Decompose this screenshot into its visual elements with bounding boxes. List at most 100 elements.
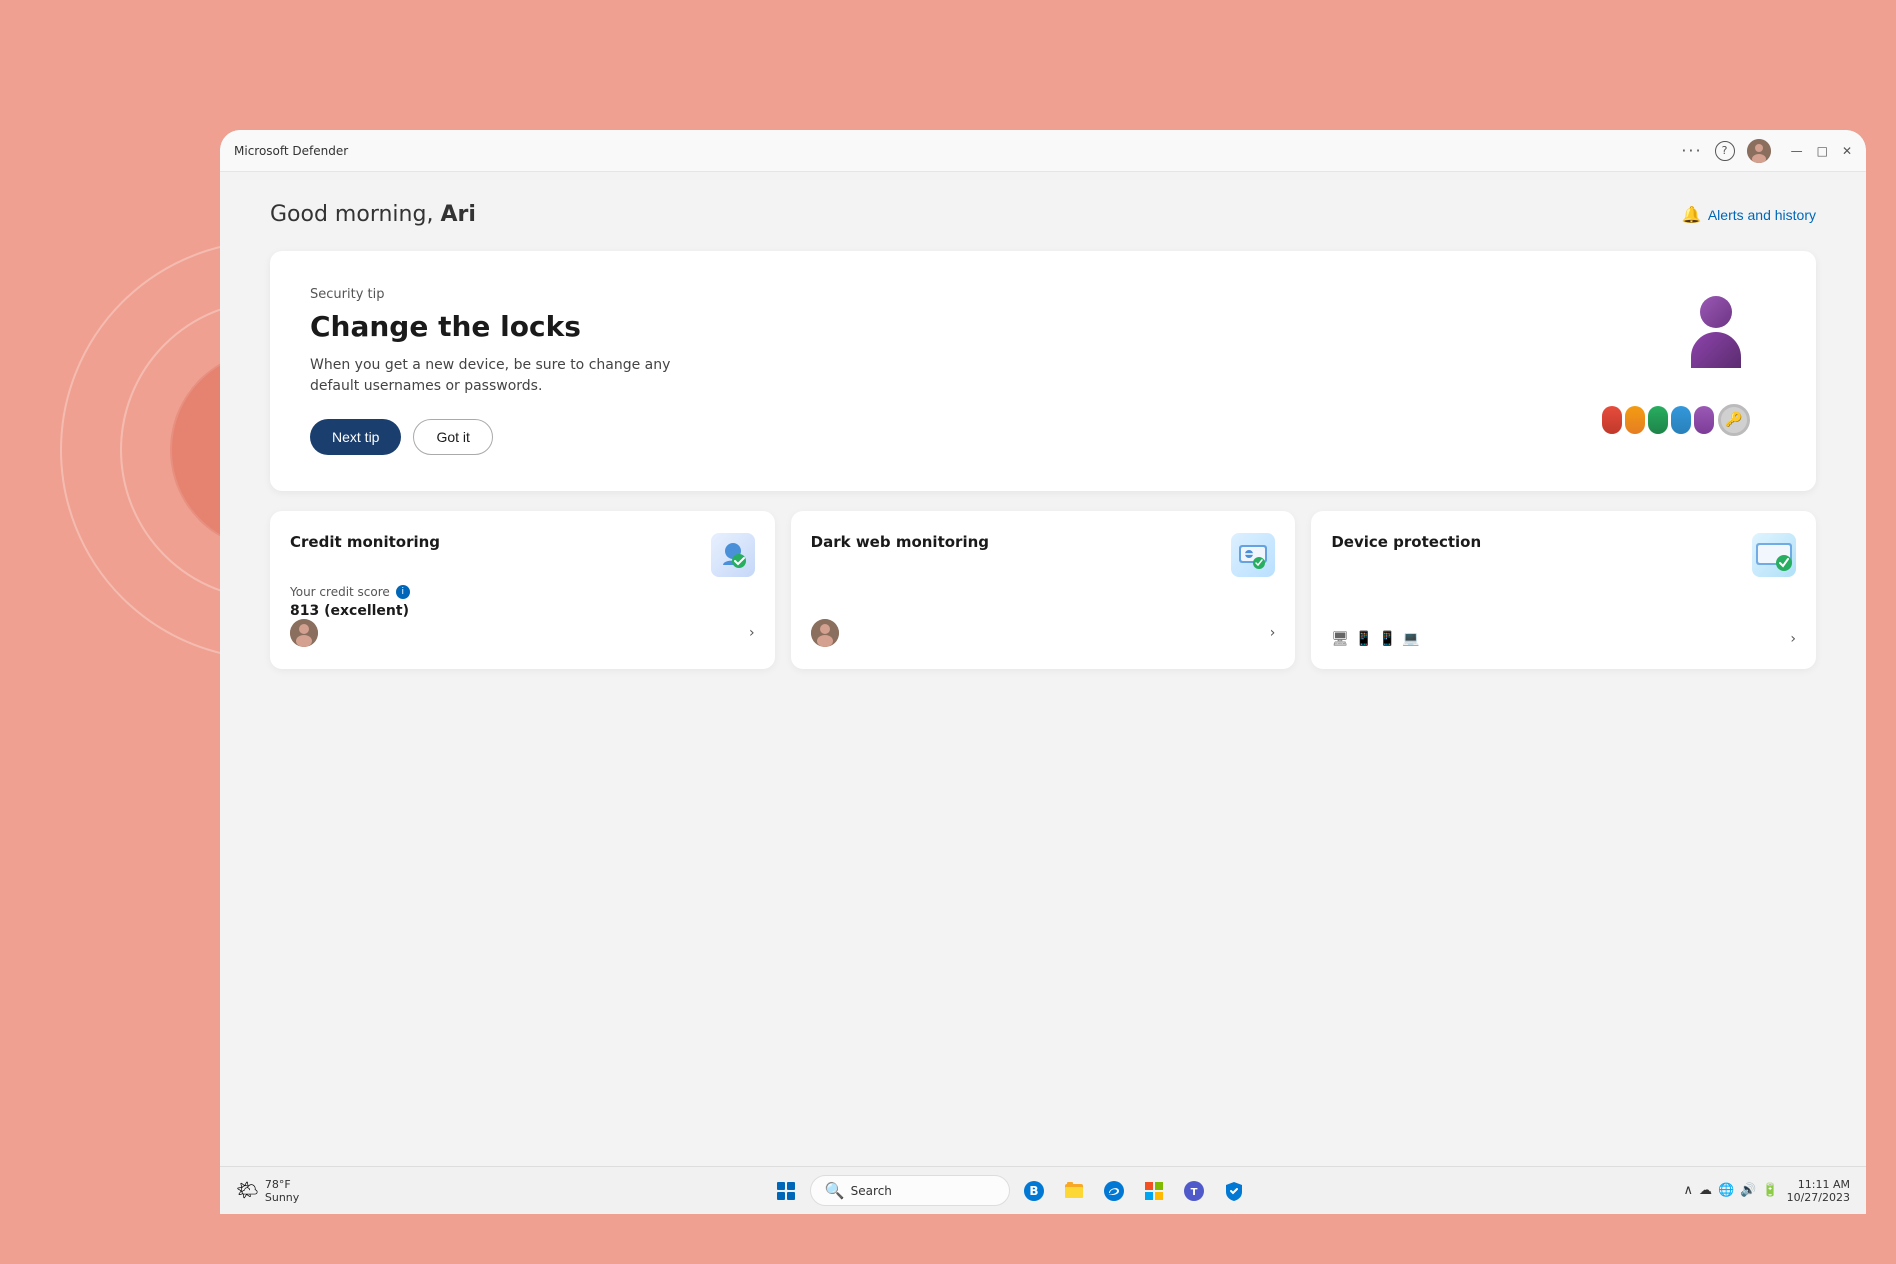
titlebar: Microsoft Defender ··· ? — □ ✕: [220, 130, 1866, 172]
weather-widget: 🌤 78°F Sunny: [236, 1178, 299, 1204]
weather-icon: 🌤: [236, 1180, 259, 1201]
device-prot-card-title: Device protection: [1331, 533, 1481, 551]
device-prot-icon-svg: [1754, 537, 1794, 573]
help-icon: ?: [1722, 144, 1728, 157]
device-prot-card-footer: 🖥 📱 📱 💻 ›: [1331, 631, 1796, 647]
dark-web-card-footer: ›: [811, 619, 1276, 647]
next-tip-button[interactable]: Next tip: [310, 419, 401, 455]
dark-web-card-title: Dark web monitoring: [811, 533, 989, 551]
teams-icon: T: [1183, 1180, 1205, 1202]
maximize-button[interactable]: □: [1817, 144, 1828, 158]
greeting-name: Ari: [440, 202, 475, 227]
dark-web-icon: [1231, 533, 1275, 577]
taskbar-app-explorer[interactable]: [1058, 1175, 1090, 1207]
defender-icon: [1223, 1180, 1245, 1202]
dark-web-chevron-icon: ›: [1270, 625, 1276, 641]
person-silhouette: [1686, 296, 1746, 366]
got-it-button[interactable]: Got it: [413, 419, 492, 455]
credit-score-label: Your credit score i: [290, 585, 755, 599]
device-icons-row: 🖥 📱 📱 💻: [1331, 631, 1419, 647]
chevron-up-icon[interactable]: ∧: [1684, 1183, 1694, 1198]
clock-date: 10/27/2023: [1787, 1191, 1850, 1204]
store-icon: [1143, 1180, 1165, 1202]
info-icon: i: [396, 585, 410, 599]
minimize-button[interactable]: —: [1791, 144, 1803, 158]
start-button[interactable]: [770, 1175, 802, 1207]
disc-green: [1648, 406, 1668, 434]
credit-score-value: 813 (excellent): [290, 603, 755, 619]
device-prot-card-header: Device protection: [1331, 533, 1796, 577]
credit-chevron-icon: ›: [749, 625, 755, 641]
network-icon[interactable]: 🌐: [1718, 1183, 1734, 1198]
tip-actions: Next tip Got it: [310, 419, 1536, 455]
taskbar-left: 🌤 78°F Sunny: [236, 1178, 336, 1204]
taskbar-app-teams[interactable]: T: [1178, 1175, 1210, 1207]
close-button[interactable]: ✕: [1842, 144, 1852, 158]
laptop-icon: 💻: [1402, 631, 1419, 647]
search-box[interactable]: 🔍 Search: [810, 1175, 1010, 1206]
credit-user-avatar: [290, 619, 318, 647]
windows-icon: [777, 1182, 795, 1200]
battery-icon[interactable]: 🔋: [1762, 1183, 1778, 1198]
person-body: [1691, 332, 1741, 368]
dark-web-card-header: Dark web monitoring: [811, 533, 1276, 577]
taskbar-right: ∧ ☁ 🌐 🔊 🔋 11:11 AM 10/27/2023: [1684, 1178, 1850, 1204]
weather-condition: Sunny: [265, 1191, 299, 1204]
lock-illustration: 🔑: [1586, 296, 1766, 446]
person-head: [1700, 296, 1732, 328]
clock-time: 11:11 AM: [1787, 1178, 1850, 1191]
device-screen: Microsoft Defender ··· ? — □ ✕: [220, 130, 1866, 1214]
window-controls: — □ ✕: [1791, 144, 1852, 158]
cloud-icon[interactable]: ☁: [1699, 1183, 1712, 1198]
taskbar-app-store[interactable]: [1138, 1175, 1170, 1207]
monitor-icon: 🖥: [1331, 631, 1349, 647]
taskbar-app-edge[interactable]: [1098, 1175, 1130, 1207]
app-title: Microsoft Defender: [234, 144, 1681, 158]
disc-orange: [1625, 406, 1645, 434]
header-row: Good morning, Ari 🔔 Alerts and history: [270, 202, 1816, 227]
taskbar: 🌤 78°F Sunny 🔍: [220, 1166, 1866, 1214]
more-options-button[interactable]: ···: [1681, 141, 1702, 160]
titlebar-controls: ··· ? — □ ✕: [1681, 139, 1852, 163]
alerts-label: Alerts and history: [1708, 207, 1816, 223]
taskbar-center: 🔍 Search B: [336, 1175, 1684, 1207]
bing-icon: B: [1023, 1180, 1045, 1202]
credit-card-header: Credit monitoring: [290, 533, 755, 577]
weather-text: 78°F Sunny: [265, 1178, 299, 1204]
greeting: Good morning, Ari: [270, 202, 476, 227]
credit-card-title: Credit monitoring: [290, 533, 440, 551]
device-prot-chevron-icon: ›: [1790, 631, 1796, 647]
cards-row: Credit monitoring Your credit score: [270, 511, 1816, 669]
tip-title: Change the locks: [310, 310, 1536, 343]
device-protection-card[interactable]: Device protection: [1311, 511, 1816, 669]
device-prot-spacer: [1331, 585, 1796, 631]
volume-icon[interactable]: 🔊: [1740, 1183, 1756, 1198]
edge-icon: [1103, 1180, 1125, 1202]
user-avatar[interactable]: [1747, 139, 1771, 163]
weather-temp: 78°F: [265, 1178, 299, 1191]
svg-text:T: T: [1190, 1187, 1197, 1198]
credit-monitoring-card[interactable]: Credit monitoring Your credit score: [270, 511, 775, 669]
dark-web-card[interactable]: Dark web monitoring: [791, 511, 1296, 669]
device-frame: Microsoft Defender ··· ? — □ ✕: [220, 130, 1866, 1214]
system-clock[interactable]: 11:11 AM 10/27/2023: [1787, 1178, 1850, 1204]
avatar-image: [1747, 139, 1771, 163]
credit-icon: [711, 533, 755, 577]
credit-icon-svg: [715, 537, 751, 573]
taskbar-apps: B: [1018, 1175, 1250, 1207]
color-discs: [1602, 406, 1714, 434]
key-hole: 🔑: [1718, 404, 1750, 436]
dark-web-icon-svg: [1235, 537, 1271, 573]
bell-icon: 🔔: [1682, 205, 1702, 225]
help-button[interactable]: ?: [1715, 141, 1735, 161]
alerts-history-button[interactable]: 🔔 Alerts and history: [1682, 205, 1816, 225]
main-content: Good morning, Ari 🔔 Alerts and history S…: [220, 172, 1866, 1214]
taskbar-app-defender[interactable]: [1218, 1175, 1250, 1207]
device-protection-icon: [1752, 533, 1796, 577]
disc-purple: [1694, 406, 1714, 434]
credit-card-footer: ›: [290, 619, 755, 647]
search-text: Search: [851, 1184, 892, 1198]
search-icon: 🔍: [825, 1181, 845, 1200]
tip-label: Security tip: [310, 287, 1536, 302]
taskbar-app-b[interactable]: B: [1018, 1175, 1050, 1207]
